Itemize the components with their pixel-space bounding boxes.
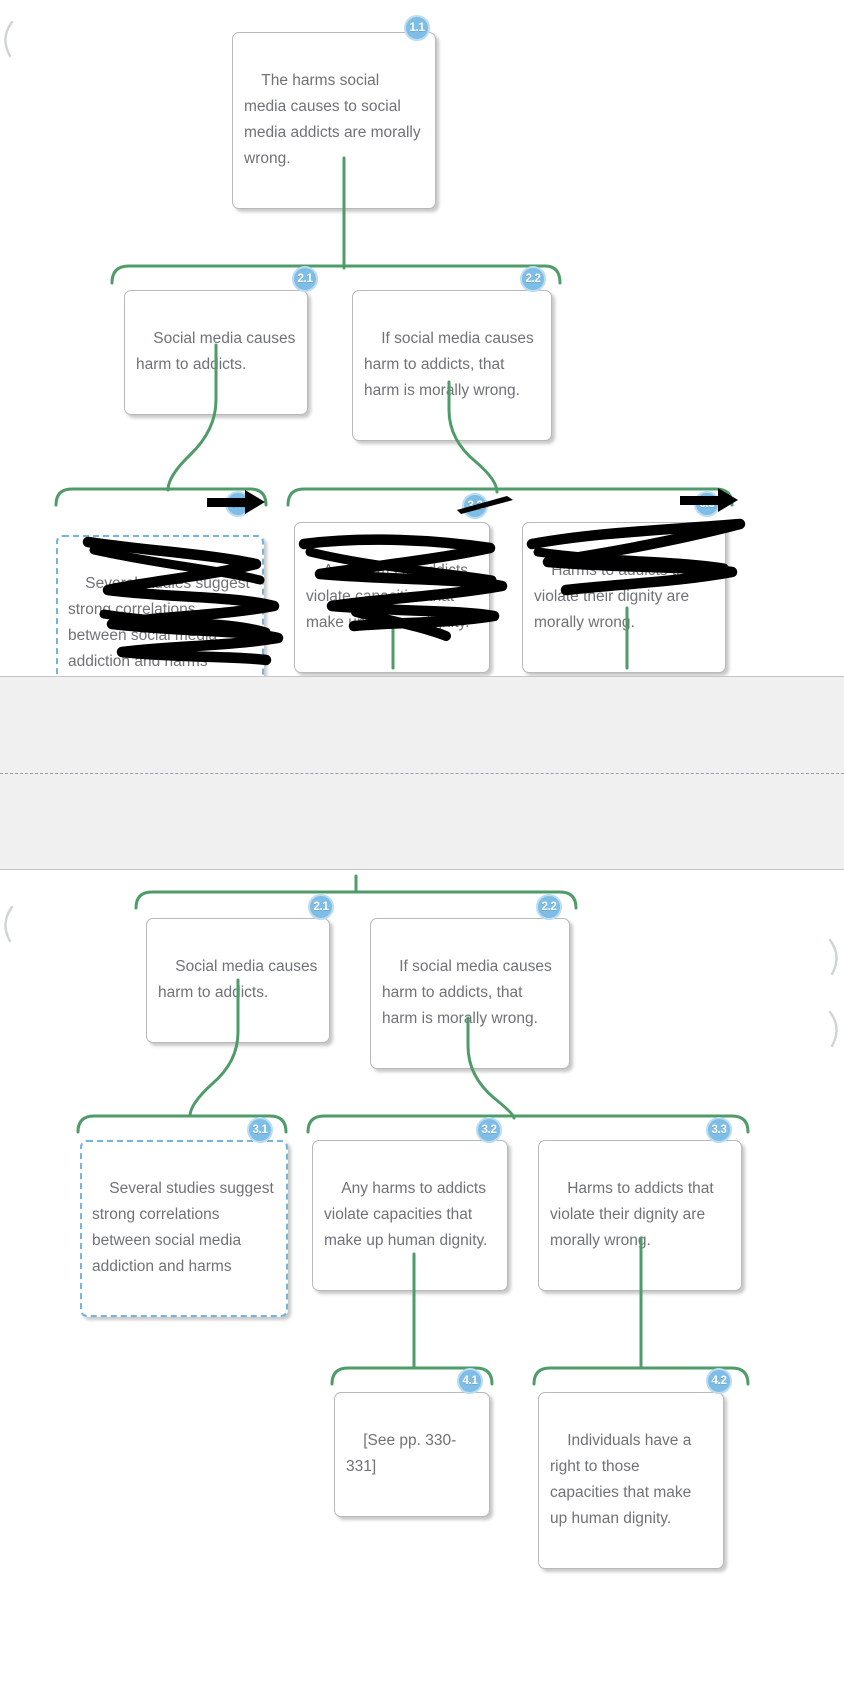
node-badge[interactable]: 2.2	[536, 894, 562, 920]
node-badge[interactable]: 3.3	[706, 1117, 732, 1143]
node-badge-label: 3.3	[711, 1124, 727, 1136]
node-badge[interactable]: 3.2	[476, 1117, 502, 1143]
node-badge-label: 2.1	[313, 901, 329, 913]
node-badge-label: 2.2	[525, 273, 541, 285]
edge-curve-left-bottom	[0, 905, 18, 945]
arrow-pointer-icon	[455, 488, 517, 518]
connector-bottom-tree	[0, 870, 844, 1702]
band-dashed-divider	[0, 773, 844, 774]
edge-curve-right-lower	[826, 1010, 844, 1050]
arrow-pointer-icon	[678, 482, 740, 518]
node-badge-label: 3.2	[481, 1124, 497, 1136]
node-badge[interactable]: 4.2	[706, 1368, 732, 1394]
edge-curve-left-top	[0, 20, 18, 60]
arrow-pointer-icon	[205, 484, 267, 520]
node-badge[interactable]: 2.1	[308, 894, 334, 920]
node-badge-label: 2.2	[541, 901, 557, 913]
node-badge-label: 4.2	[711, 1375, 727, 1387]
argument-map-canvas[interactable]: The harms social media causes to social …	[0, 0, 844, 1702]
node-badge[interactable]: 2.1	[292, 266, 318, 292]
node-badge-label: 3.1	[252, 1124, 268, 1136]
node-badge-label: 2.1	[297, 273, 313, 285]
viewport-divider-band	[0, 676, 844, 870]
node-badge[interactable]: 3.1	[247, 1117, 273, 1143]
node-badge[interactable]: 2.2	[520, 266, 546, 292]
connector-top-root	[0, 0, 844, 700]
node-badge[interactable]: 1.1	[404, 15, 430, 41]
node-badge-label: 1.1	[409, 22, 425, 34]
node-badge[interactable]: 4.1	[457, 1368, 483, 1394]
edge-curve-right-upper	[826, 938, 844, 978]
node-badge-label: 4.1	[462, 1375, 478, 1387]
